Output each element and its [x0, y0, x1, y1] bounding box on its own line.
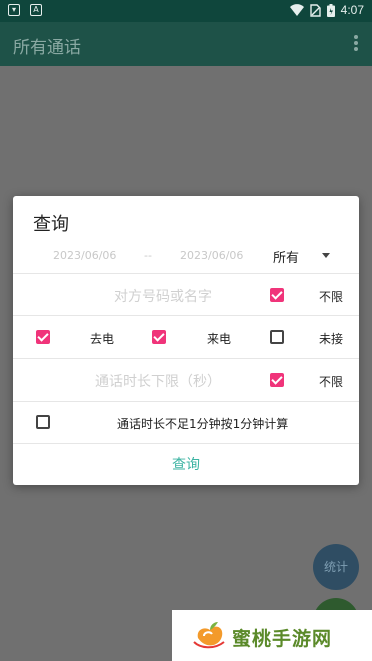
status-bar: ▾ A 4:07 [0, 0, 372, 22]
number-input[interactable]: 对方号码或名字 [83, 286, 243, 306]
duration-input[interactable]: 通话时长下限（秒） [73, 371, 243, 391]
start-date-field[interactable]: 2023/06/06 [53, 249, 116, 262]
date-row: 2023/06/06 -- 2023/06/06 所有 [13, 240, 359, 274]
chevron-down-icon[interactable] [322, 253, 330, 258]
watermark: 蜜桃手游网 [172, 610, 372, 661]
app-bar: 所有通话 [0, 22, 372, 66]
round-minute-checkbox[interactable] [36, 415, 50, 429]
query-button[interactable]: 查询 [13, 454, 359, 474]
incoming-checkbox[interactable] [152, 330, 166, 344]
outgoing-label: 去电 [90, 332, 115, 346]
number-row: 对方号码或名字 不限 [13, 274, 359, 316]
query-dialog: 查询 2023/06/06 -- 2023/06/06 所有 对方号码或名字 不… [13, 196, 359, 485]
no-sim-icon [309, 3, 321, 17]
missed-checkbox[interactable] [270, 330, 284, 344]
stats-button[interactable]: 统计 [313, 544, 359, 590]
battery-icon [326, 3, 335, 17]
more-vertical-icon[interactable] [354, 35, 358, 51]
page-title: 所有通话 [13, 38, 81, 58]
duration-unlimited-checkbox[interactable] [270, 373, 284, 387]
missed-label: 未接 [319, 332, 344, 346]
outgoing-checkbox[interactable] [36, 330, 50, 344]
dialog-title: 查询 [33, 214, 69, 235]
duration-unlimited-label: 不限 [319, 375, 344, 389]
duration-row: 通话时长下限（秒） 不限 [13, 359, 359, 402]
peach-logo-icon [193, 622, 225, 649]
watermark-text: 蜜桃手游网 [232, 628, 333, 650]
round-minute-label: 通话时长不足1分钟按1分钟计算 [117, 417, 289, 431]
call-type-select[interactable]: 所有 [273, 247, 299, 266]
shield-icon: ▾ [8, 4, 20, 16]
round-minute-row: 通话时长不足1分钟按1分钟计算 [13, 402, 359, 444]
wifi-icon [289, 4, 304, 16]
clock: 4:07 [340, 3, 364, 17]
end-date-field[interactable]: 2023/06/06 [180, 249, 243, 262]
number-unlimited-checkbox[interactable] [270, 288, 284, 302]
call-direction-row: 去电 来电 未接 [13, 316, 359, 359]
incoming-label: 来电 [207, 332, 232, 346]
a-icon: A [30, 4, 42, 16]
number-unlimited-label: 不限 [319, 290, 344, 304]
date-separator: -- [144, 249, 152, 262]
